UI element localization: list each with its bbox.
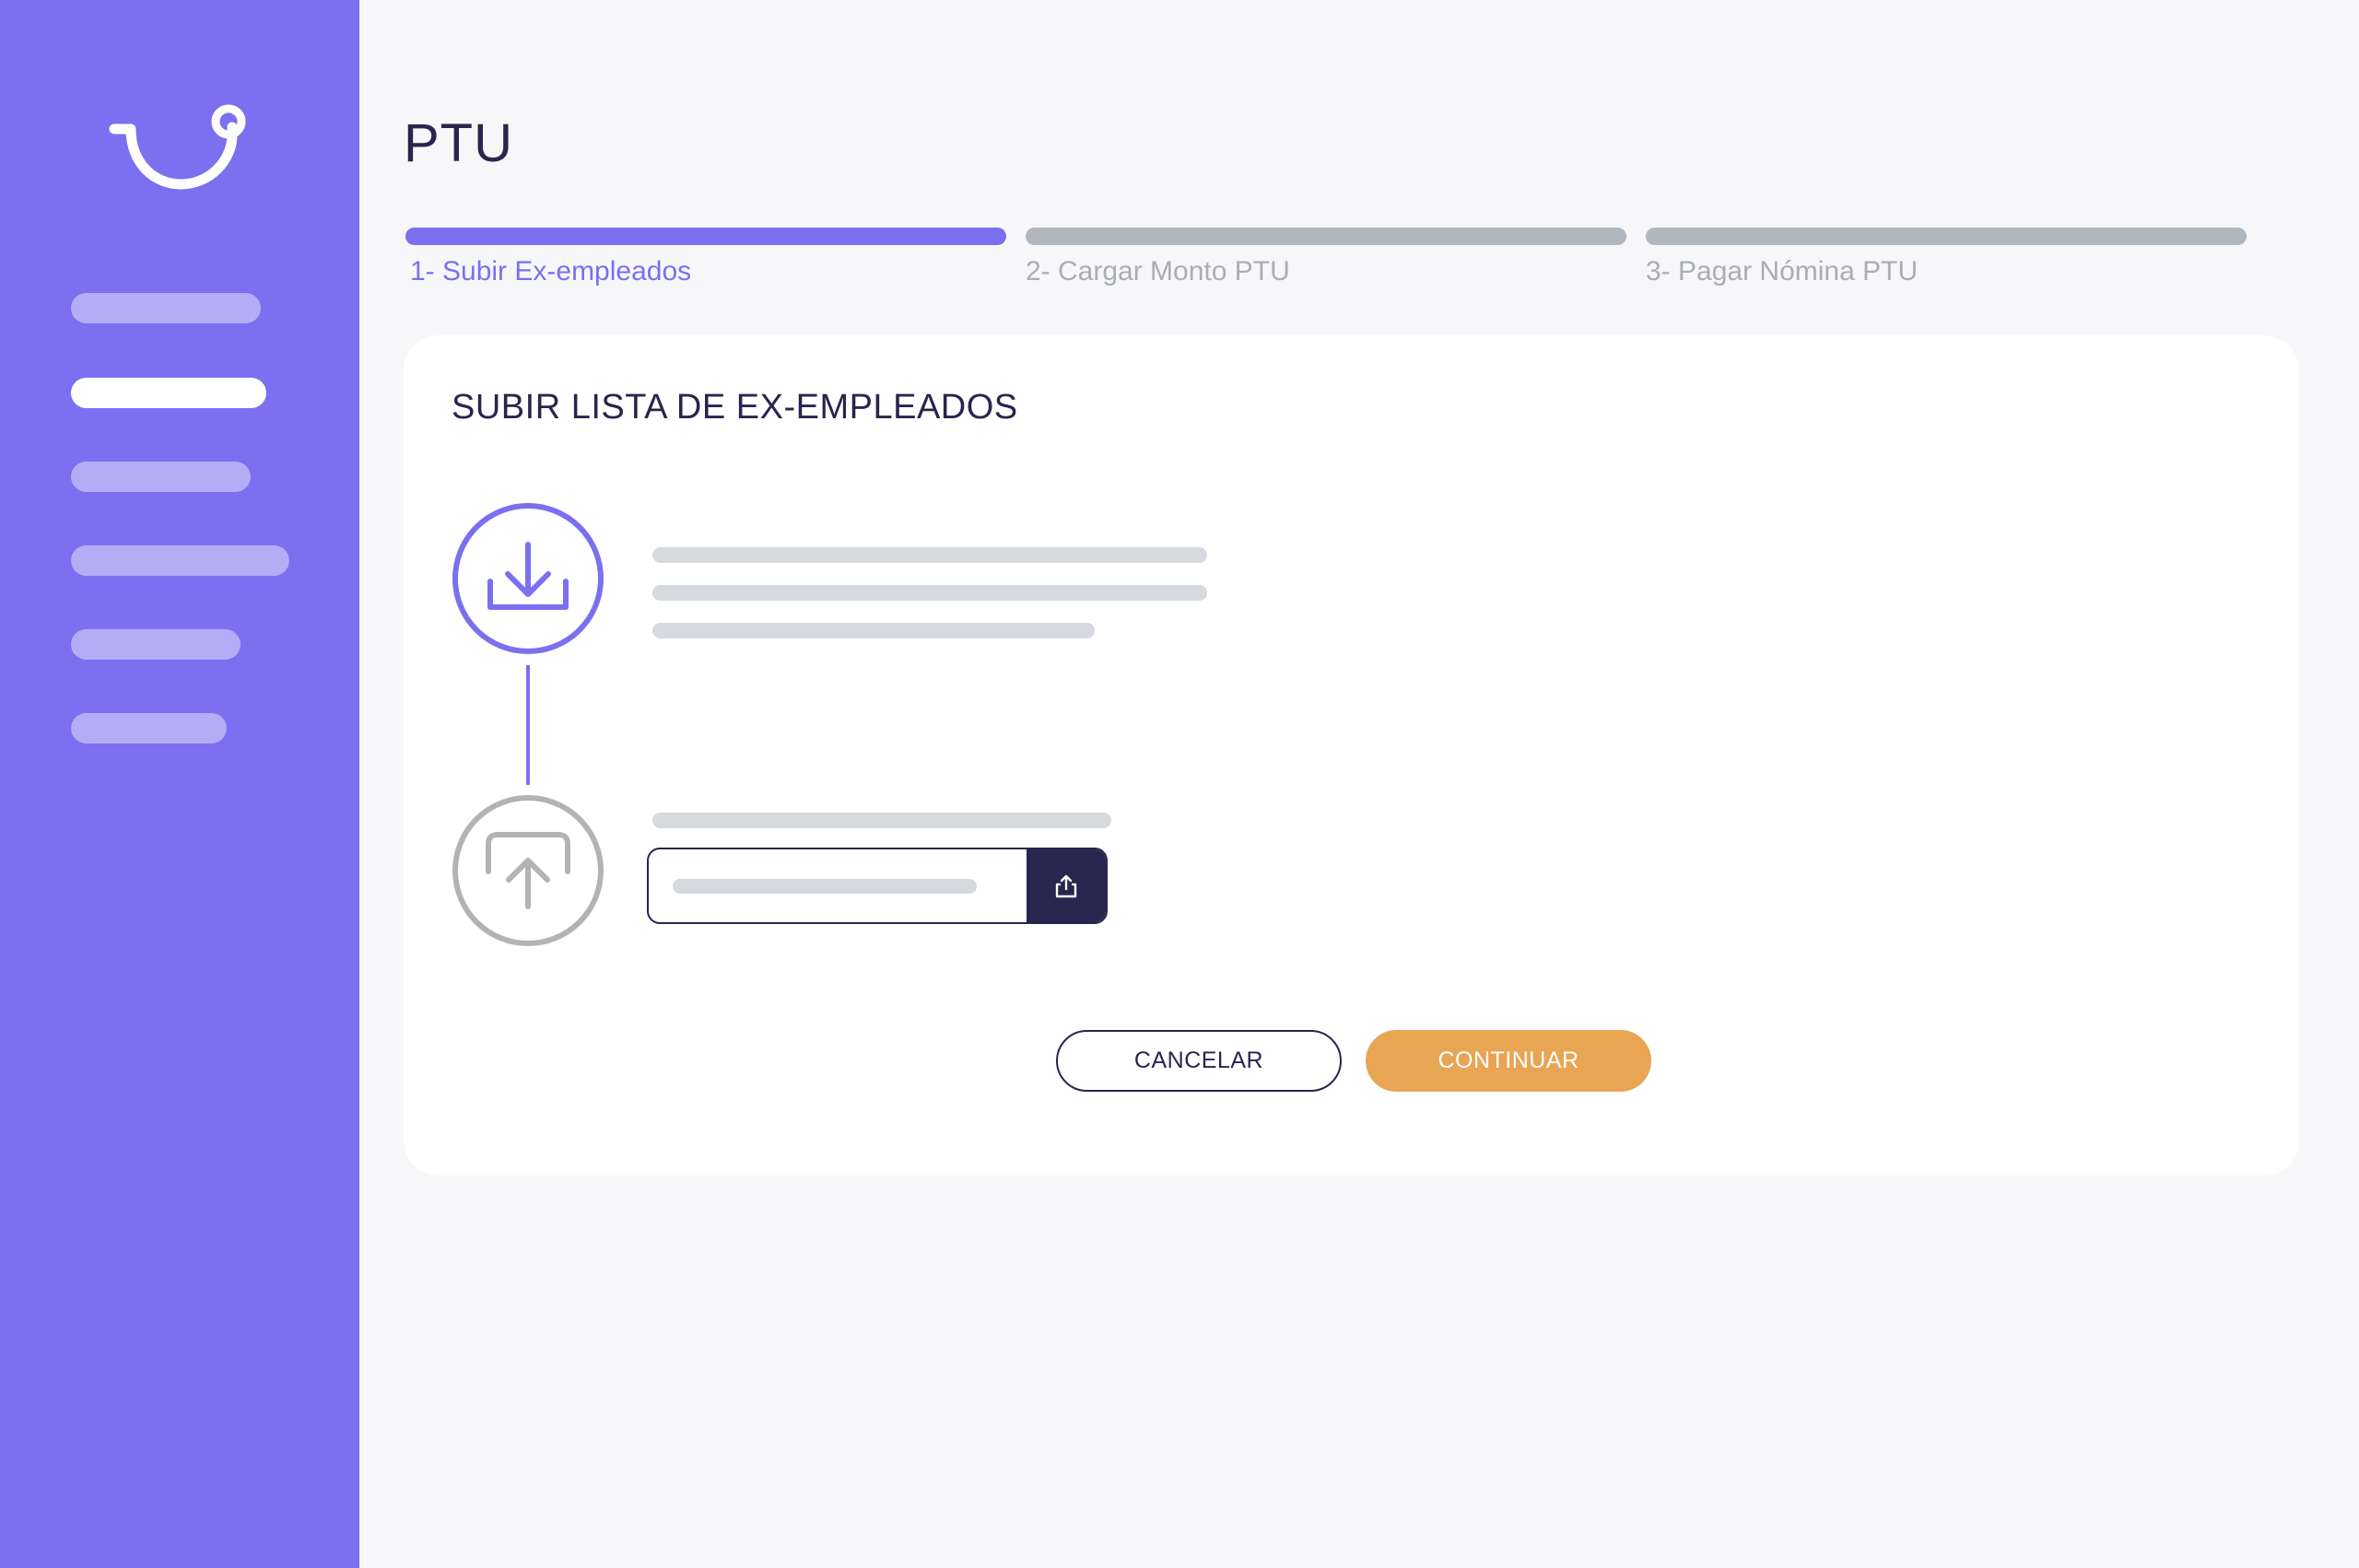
file-input[interactable] [647,848,1108,924]
upload-icon[interactable] [452,794,604,947]
step-3-progress-bar [1646,228,2247,245]
sidebar-item-5[interactable] [71,629,241,660]
step-3-label[interactable]: 3- Pagar Nómina PTU [1646,256,1918,287]
download-description-line-2 [652,585,1207,601]
sidebar-item-1[interactable] [71,293,261,323]
page-title: PTU [404,113,513,173]
share-upload-icon [1055,874,1077,897]
step-2-label[interactable]: 2- Cargar Monto PTU [1026,256,1290,287]
upload-card: SUBIR LISTA DE EX-EMPLEADOS CANCELAR CON… [404,335,2299,1176]
smile-hook-logo-icon[interactable] [109,99,256,201]
step-1-progress-bar [405,228,1006,245]
sidebar [0,0,359,1568]
sidebar-item-3[interactable] [71,462,251,492]
step-2-progress-bar [1026,228,1626,245]
cancel-button[interactable]: CANCELAR [1056,1030,1342,1092]
file-upload-button[interactable] [1027,849,1106,922]
step-1-label[interactable]: 1- Subir Ex-empleados [410,256,691,287]
continue-button[interactable]: CONTINUAR [1366,1030,1651,1092]
card-title: SUBIR LISTA DE EX-EMPLEADOS [452,388,1018,427]
step-connector-line [526,665,530,785]
download-description-line-3 [652,623,1095,638]
file-input-placeholder [673,879,977,894]
sidebar-item-4[interactable] [71,545,289,576]
upload-label-line [652,813,1111,828]
download-description-line-1 [652,547,1207,563]
download-icon[interactable] [452,502,604,655]
sidebar-item-6[interactable] [71,713,227,743]
sidebar-item-2-active[interactable] [71,378,266,408]
